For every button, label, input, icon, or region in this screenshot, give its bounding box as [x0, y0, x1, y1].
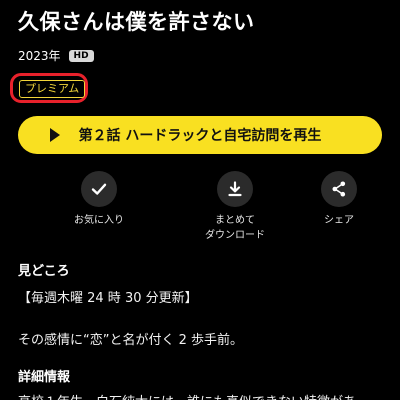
details-heading: 詳細情報 [18, 370, 71, 385]
favorite-label: お気に入り [74, 215, 124, 226]
bulk-download-button[interactable]: まとめて ダウンロード [190, 171, 280, 243]
page-title: 久保さんは僕を許さない [18, 10, 255, 34]
share-button[interactable]: シェア [294, 171, 384, 228]
download-label-line1: まとめて [215, 215, 255, 226]
meta-row: 2023年 HD [18, 47, 94, 64]
check-icon [91, 183, 107, 195]
detail-page: 久保さんは僕を許さない 2023年 HD プレミアム 第２話 ハードラックと自宅… [0, 0, 400, 400]
premium-badge: プレミアム [19, 80, 86, 98]
hd-badge: HD [68, 49, 94, 62]
play-icon [50, 128, 60, 142]
play-button-label: 第２話 ハードラックと自宅訪問を再生 [78, 128, 322, 144]
tagline: その感情に“恋”と名が付く 2 歩手前。 [18, 333, 244, 348]
details-description: 高校１年生、白石純太には、誰にも真似できない特徴があ [18, 391, 356, 400]
favorite-button[interactable]: お気に入り [54, 171, 144, 228]
play-episode-button[interactable]: 第２話 ハードラックと自宅訪問を再生 [18, 116, 382, 154]
download-icon [228, 181, 242, 197]
update-schedule: 【毎週木曜 24 時 30 分更新】 [18, 291, 198, 306]
share-icon [332, 181, 346, 197]
share-label: シェア [324, 215, 354, 226]
download-label-line2: ダウンロード [205, 230, 265, 241]
highlights-heading: 見どころ [18, 264, 70, 279]
release-year: 2023年 [18, 49, 61, 63]
